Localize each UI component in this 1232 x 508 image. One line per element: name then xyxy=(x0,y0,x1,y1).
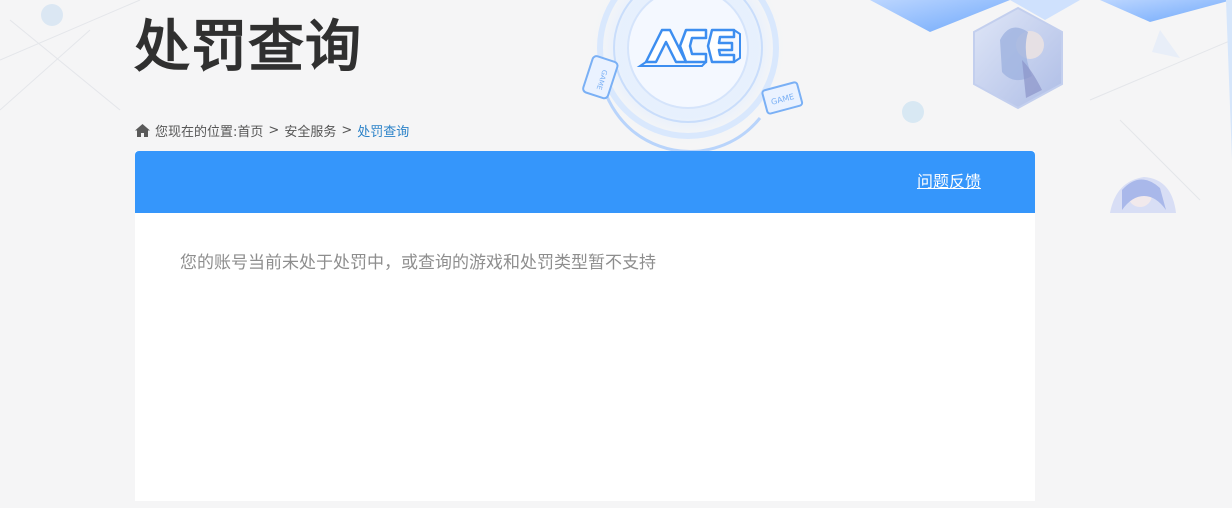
breadcrumb-item-home[interactable]: 首页 xyxy=(237,121,263,140)
character-small-icon xyxy=(1110,177,1176,213)
panel-body: 您的账号当前未处于处罚中，或查询的游戏和处罚类型暂不支持 xyxy=(135,213,1035,275)
result-panel: 问题反馈 您的账号当前未处于处罚中，或查询的游戏和处罚类型暂不支持 xyxy=(135,151,1035,501)
page: GAME GAME 处罚查询 您现在的位置: 首页 > 安全服务 > 处罚查询 xyxy=(0,0,1232,508)
page-title: 处罚查询 xyxy=(134,15,362,80)
breadcrumb-current: 处罚查询 xyxy=(357,124,410,140)
breadcrumb: 您现在的位置: 首页 > 安全服务 > 处罚查询 xyxy=(135,121,410,140)
breadcrumb-prefix: 您现在的位置: xyxy=(155,124,238,140)
result-message: 您的账号当前未处于处罚中，或查询的游戏和处罚类型暂不支持 xyxy=(180,253,656,273)
breadcrumb-item-security-services[interactable]: 安全服务 xyxy=(284,121,336,140)
home-icon xyxy=(135,123,150,137)
character-avatar-icon xyxy=(973,6,1063,110)
breadcrumb-separator: > xyxy=(268,122,280,138)
panel-header: 问题反馈 xyxy=(135,151,1035,213)
breadcrumb-separator: > xyxy=(341,122,353,138)
feedback-link[interactable]: 问题反馈 xyxy=(917,172,981,192)
